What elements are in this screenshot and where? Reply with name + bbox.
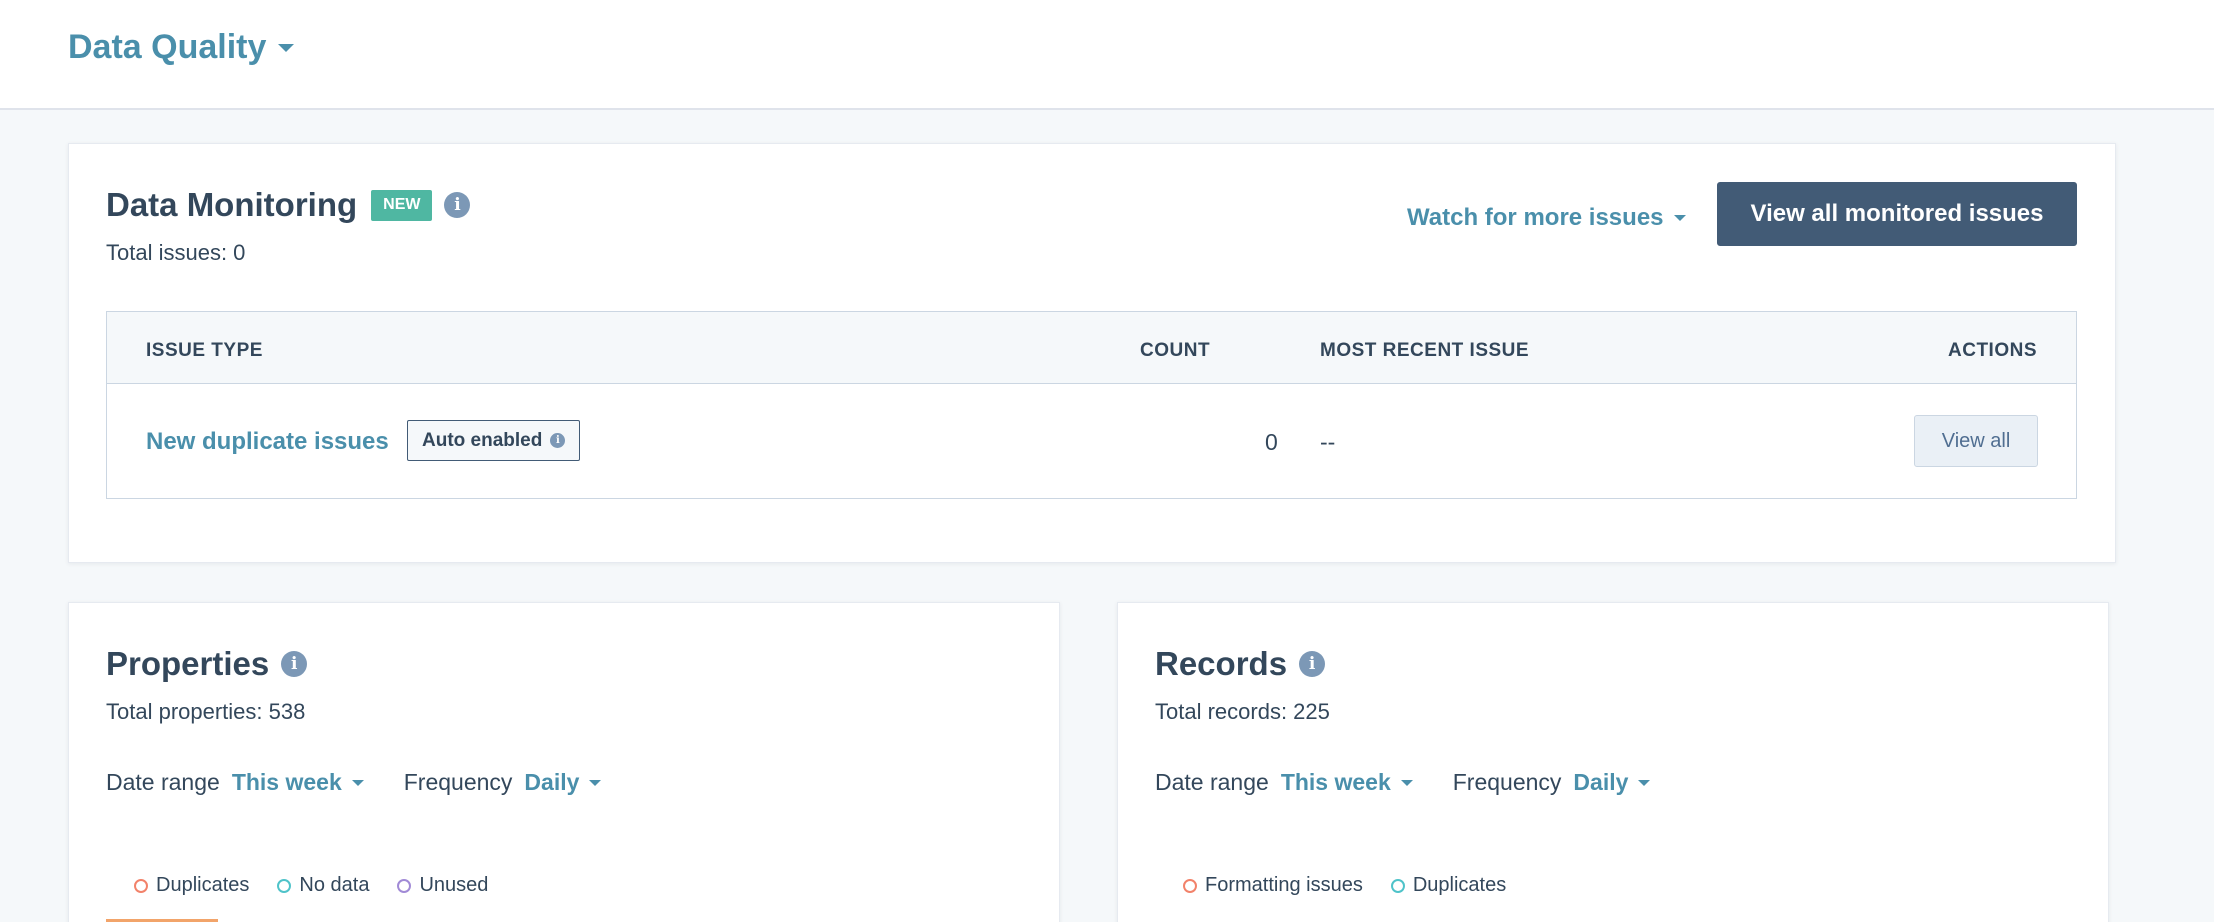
date-range-label: Date range [1155, 769, 1269, 795]
circle-icon [277, 878, 292, 893]
new-duplicate-issues-link[interactable]: New duplicate issues [146, 428, 389, 456]
data-monitoring-heading: Data Monitoring NEW i [106, 186, 471, 224]
records-card: Records i Total records: 225 Date range … [1117, 602, 2109, 922]
legend-label: Formatting issues [1205, 874, 1363, 896]
total-records: Total records: 225 [1155, 699, 1330, 724]
view-all-monitored-issues-button[interactable]: View all monitored issues [1717, 182, 2077, 246]
chevron-down-icon [1638, 779, 1651, 786]
legend-item-no-data[interactable]: No data [277, 874, 369, 897]
date-range-label: Date range [106, 769, 220, 795]
frequency-value: Daily [1573, 769, 1629, 795]
circle-icon [134, 878, 148, 893]
date-range-dropdown[interactable]: This week [232, 769, 364, 796]
properties-title: Properties [106, 645, 270, 682]
circle-icon [397, 878, 412, 893]
date-range-value: This week [231, 769, 342, 795]
issues-table: ISSUE TYPE COUNT MOST RECENT ISSUE ACTIO… [106, 311, 2077, 499]
legend-label: No data [299, 874, 370, 896]
top-bar: Data Quality [0, 0, 2214, 110]
info-icon[interactable]: i [444, 192, 471, 218]
properties-filters: Date range This week Frequency Daily [106, 769, 641, 796]
frequency-label: Frequency [403, 769, 513, 795]
column-header-actions: ACTIONS [1948, 340, 2037, 361]
app-title-dropdown[interactable]: Data Quality [68, 28, 295, 67]
records-title: Records [1155, 645, 1288, 682]
chevron-down-icon [1400, 779, 1413, 786]
data-monitoring-title: Data Monitoring [106, 186, 358, 223]
auto-enabled-tag: Auto enabled i [407, 420, 581, 461]
legend-item-formatting-issues[interactable]: Formatting issues [1183, 874, 1363, 897]
watch-for-more-issues-dropdown[interactable]: Watch for more issues [1407, 204, 1686, 232]
watch-for-more-issues-label: Watch for more issues [1407, 204, 1664, 231]
records-legend: Formatting issues Duplicates [1183, 874, 1534, 897]
chevron-down-icon [1673, 215, 1686, 221]
app-title-label: Data Quality [68, 28, 267, 66]
legend-item-duplicates[interactable]: Duplicates [1390, 874, 1507, 897]
date-range-dropdown[interactable]: This week [1281, 769, 1413, 796]
date-range-value: This week [1280, 769, 1391, 795]
info-icon[interactable]: i [550, 433, 566, 448]
auto-enabled-label: Auto enabled [422, 429, 543, 451]
chevron-down-icon [589, 779, 602, 786]
info-icon[interactable]: i [1299, 651, 1326, 677]
frequency-dropdown[interactable]: Daily [524, 769, 602, 796]
properties-heading: Properties i [106, 645, 308, 683]
chevron-down-icon [351, 779, 364, 786]
chevron-down-icon [278, 43, 295, 52]
most-recent-issue: -- [1320, 429, 1336, 455]
frequency-value: Daily [524, 769, 580, 795]
view-all-button[interactable]: View all [1914, 415, 2038, 467]
records-heading: Records i [1155, 645, 1326, 683]
frequency-dropdown[interactable]: Daily [1573, 769, 1651, 796]
column-header-most-recent-issue: MOST RECENT ISSUE [1320, 340, 1530, 361]
info-icon[interactable]: i [281, 651, 308, 677]
circle-icon [1390, 878, 1405, 893]
records-filters: Date range This week Frequency Daily [1155, 769, 1690, 796]
total-properties: Total properties: 538 [106, 699, 306, 724]
column-header-count: COUNT [1140, 340, 1211, 361]
total-issues: Total issues: 0 [106, 240, 246, 265]
legend-label: Unused [419, 874, 489, 896]
properties-legend: Duplicates No data Unused [134, 874, 516, 897]
legend-item-unused[interactable]: Unused [397, 874, 488, 897]
column-header-issue-type: ISSUE TYPE [146, 340, 263, 361]
issue-count: 0 [1265, 429, 1278, 455]
legend-item-duplicates[interactable]: Duplicates [134, 874, 249, 897]
table-header: ISSUE TYPE COUNT MOST RECENT ISSUE ACTIO… [107, 312, 2076, 384]
frequency-label: Frequency [1452, 769, 1562, 795]
legend-label: Duplicates [1412, 874, 1507, 896]
new-badge: NEW [371, 189, 433, 221]
legend-label: Duplicates [156, 874, 250, 896]
properties-card: Properties i Total properties: 538 Date … [68, 602, 1060, 922]
circle-icon [1183, 878, 1197, 893]
data-monitoring-card: Data Monitoring NEW i Total issues: 0 Wa… [68, 143, 2116, 563]
